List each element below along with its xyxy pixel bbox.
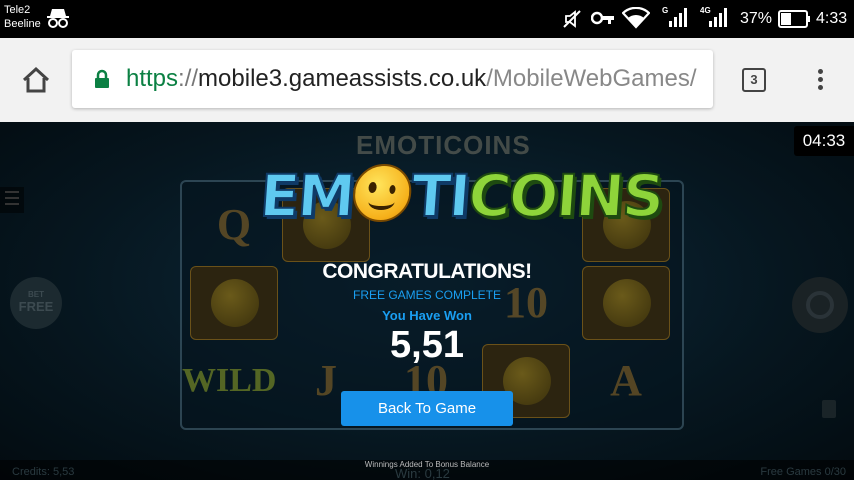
url-path: /MobileWebGames/ [486, 65, 697, 92]
win-amount: 5,51 [390, 324, 464, 366]
session-timer: 04:33 [794, 126, 854, 156]
bet-label: BET [28, 290, 44, 299]
logo-text-mid: TI [408, 161, 472, 231]
wifi-icon [622, 7, 650, 29]
smiley-face-icon [351, 164, 414, 222]
mute-icon [563, 10, 581, 28]
game-area: EMOTICOINS 04:33 Q WILD J 10 10 A BET FR… [0, 122, 854, 480]
battery-percent: 37% [740, 10, 773, 27]
logo-text-right: COINS [465, 161, 666, 231]
url-text: https://mobile3.gameassists.co.uk/Mobile… [126, 65, 697, 93]
url-scheme: https [126, 65, 179, 92]
signal-icon [669, 8, 687, 27]
free-games-counter: Free Games 0/30 [760, 466, 846, 478]
game-info-bar: Credits: 5,53 Winnings Added To Bonus Ba… [0, 460, 854, 480]
home-icon[interactable] [20, 64, 52, 96]
congratulations-heading: CONGRATULATIONS! [322, 260, 532, 283]
battery-icon [778, 10, 810, 28]
win-dialog: EM TICOINS CONGRATULATIONS! FREE GAMES CO… [250, 161, 666, 432]
overflow-menu-icon[interactable] [810, 66, 830, 94]
trash-icon[interactable] [822, 400, 836, 418]
back-to-game-button[interactable]: Back To Game [341, 391, 513, 426]
emoticoins-logo: EM TICOINS [257, 161, 666, 231]
background-logo: EMOTICOINS [356, 130, 531, 160]
win-label: Win: 0,12 [395, 466, 450, 480]
url-separator: :// [178, 65, 199, 92]
url-bar[interactable]: https://mobile3.gameassists.co.uk/Mobile… [72, 50, 713, 108]
free-games-complete-text: FREE GAMES COMPLETE [352, 288, 502, 302]
clock: 4:33 [816, 10, 848, 27]
vpn-key-icon [591, 11, 614, 25]
tab-switcher-button[interactable]: 3 [742, 68, 766, 92]
browser-toolbar: https://mobile3.gameassists.co.uk/Mobile… [0, 38, 854, 122]
url-host: mobile3.gameassists.co.uk [198, 65, 487, 92]
game-menu-icon[interactable] [0, 187, 24, 213]
bet-mode: FREE [18, 299, 54, 314]
bet-button[interactable]: BET FREE [10, 277, 62, 329]
lock-icon [95, 69, 109, 88]
carrier-name-1: Tele2 [4, 4, 31, 16]
carrier-name-2: Beeline [4, 18, 41, 30]
signal-icon [709, 8, 727, 27]
you-have-won-label: You Have Won [382, 308, 472, 323]
spin-button[interactable] [792, 277, 848, 333]
logo-text-left: EM [257, 161, 357, 231]
incognito-icon [47, 9, 69, 28]
status-bar: Tele2 Beeline G 4G 37% 4:33 [0, 0, 854, 38]
